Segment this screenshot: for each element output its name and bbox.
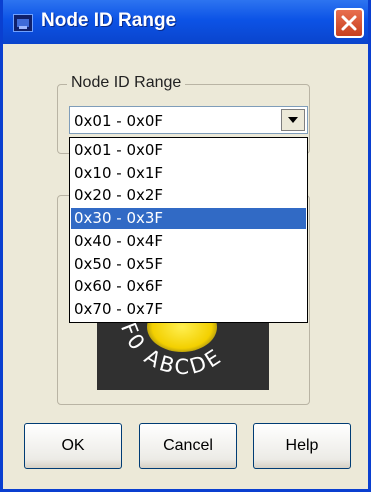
groupbox-label: Node ID Range xyxy=(67,74,186,92)
combobox-value: 0x01 - 0x0F xyxy=(74,112,164,130)
title-bar[interactable]: Node ID Range xyxy=(3,0,368,44)
close-icon xyxy=(341,15,357,31)
dropdown-option[interactable]: 0x60 - 0x6F xyxy=(71,276,306,297)
dropdown-option[interactable]: 0x70 - 0x7F xyxy=(71,299,306,320)
window-title: Node ID Range xyxy=(41,10,177,31)
ok-button[interactable]: OK xyxy=(24,423,122,469)
dropdown-option[interactable]: 0x01 - 0x0F xyxy=(71,140,306,161)
chevron-down-icon xyxy=(288,117,298,123)
node-id-range-dropdown-list[interactable]: 0x01 - 0x0F 0x10 - 0x1F 0x20 - 0x2F 0x30 - … xyxy=(69,137,308,323)
dropdown-option[interactable]: 0x30 - 0x3F xyxy=(71,208,306,230)
dropdown-option[interactable]: 0x50 - 0x5F xyxy=(71,254,306,275)
dropdown-option[interactable]: 0x40 - 0x4F xyxy=(71,231,306,252)
dropdown-option[interactable]: 0x10 - 0x1F xyxy=(71,163,306,184)
help-button[interactable]: Help xyxy=(253,423,351,469)
cancel-button[interactable]: Cancel xyxy=(139,423,237,469)
combobox-dropdown-button[interactable] xyxy=(281,109,305,131)
close-button[interactable] xyxy=(334,8,364,38)
dropdown-option[interactable]: 0x20 - 0x2F xyxy=(71,185,306,206)
node-id-range-combobox[interactable]: 0x01 - 0x0F xyxy=(69,106,308,134)
app-icon xyxy=(13,14,33,32)
